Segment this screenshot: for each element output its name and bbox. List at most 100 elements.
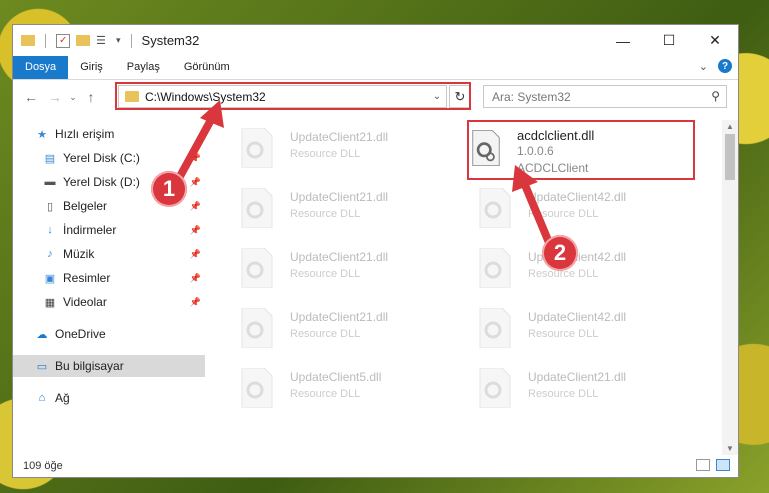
dll-file-icon [241, 308, 273, 348]
window-title: System32 [141, 33, 200, 48]
file-type: Resource DLL [528, 328, 599, 340]
navigation-pane: ★ Hızlı erişim ▤ Yerel Disk (C:) 📌 ▬ Yerel D… [13, 120, 205, 455]
sidebar-item-label: Videolar [63, 295, 107, 309]
tab-giris[interactable]: Giriş [68, 56, 115, 79]
dll-file-icon [479, 248, 511, 288]
dll-file-icon [479, 188, 511, 228]
forward-arrow-icon[interactable]: → [43, 89, 67, 105]
sidebar-item-disk-c[interactable]: ▤ Yerel Disk (C:) 📌 [13, 147, 205, 169]
tab-paylas[interactable]: Paylaş [115, 56, 172, 79]
pin-icon[interactable]: 📌 [190, 153, 201, 164]
sidebar-item-network[interactable]: ⌂ Ağ [13, 387, 205, 409]
file-name: UpdateClient5.dll [290, 370, 382, 384]
maximize-button[interactable]: ☐ [646, 25, 692, 56]
sidebar-item-label: Yerel Disk (C:) [63, 151, 140, 165]
expand-ribbon-icon[interactable]: ⌄ [699, 60, 708, 73]
file-item[interactable]: UpdateClient21.dll Resource DLL [466, 364, 696, 414]
details-view-icon[interactable] [696, 459, 710, 471]
dll-file-icon [479, 368, 511, 408]
file-item[interactable]: UpdateClient42.dll Resource DLL [466, 304, 696, 354]
ribbon-right: ⌄ ? [699, 59, 732, 73]
pin-icon[interactable]: 📌 [190, 201, 201, 212]
file-type: Resource DLL [290, 268, 361, 280]
pin-icon[interactable]: 📌 [190, 273, 201, 284]
drive-icon: ▤ [44, 152, 56, 165]
tiles-view-icon[interactable] [716, 459, 730, 471]
dll-file-icon [241, 248, 273, 288]
file-item[interactable]: UpdateClient21.dll Resource DLL [228, 244, 458, 294]
address-highlight-box [115, 82, 471, 110]
scrollbar-thumb[interactable] [725, 134, 735, 180]
file-item[interactable]: UpdateClient21.dll Resource DLL [228, 184, 458, 234]
new-folder-icon[interactable] [76, 35, 90, 46]
sidebar-item-onedrive[interactable]: ☁ OneDrive [13, 323, 205, 345]
recent-locations-icon[interactable]: ⌄ [67, 92, 79, 103]
minimize-button[interactable]: — [600, 25, 646, 56]
view-options-icon[interactable]: ☰ [96, 34, 110, 48]
scroll-down-icon[interactable]: ▼ [722, 444, 738, 453]
search-box[interactable]: Ara: System32 ⚲ [483, 85, 727, 108]
sidebar-item-music[interactable]: ♪ Müzik 📌 [13, 243, 205, 265]
sidebar-item-this-pc[interactable]: ▭ Bu bilgisayar [13, 355, 205, 377]
close-button[interactable]: ✕ [692, 25, 738, 56]
file-name: UpdateClient21.dll [290, 130, 389, 144]
star-icon: ★ [37, 128, 47, 141]
callout-badge-1: 1 [151, 171, 187, 207]
music-icon: ♪ [47, 248, 53, 260]
item-count: 109 öğe [23, 460, 63, 472]
sidebar-item-label: Ağ [55, 391, 70, 405]
tab-gorunum[interactable]: Görünüm [172, 56, 242, 79]
back-arrow-icon[interactable]: ← [19, 89, 43, 105]
file-type: Resource DLL [290, 148, 361, 160]
scroll-up-icon[interactable]: ▲ [722, 122, 738, 131]
file-type: Resource DLL [528, 388, 599, 400]
file-type: Resource DLL [290, 388, 361, 400]
pin-icon[interactable]: 📌 [190, 249, 201, 260]
downloads-icon: ↓ [47, 224, 53, 236]
file-item[interactable]: UpdateClient21.dll Resource DLL [228, 124, 458, 174]
pictures-icon: ▣ [44, 272, 56, 285]
file-item[interactable]: UpdateClient42.dll Resource DLL [466, 184, 696, 234]
customize-toolbar-icon[interactable]: ▾ [116, 35, 121, 46]
sidebar-item-label: İndirmeler [63, 223, 117, 237]
dll-file-icon [241, 128, 273, 168]
computer-icon: ▭ [36, 360, 48, 373]
quick-access-toolbar: ✓ ☰ ▾ [13, 33, 136, 48]
file-type: Resource DLL [290, 328, 361, 340]
vertical-scrollbar[interactable]: ▲ ▼ [722, 120, 738, 455]
sidebar-item-quick-access[interactable]: ★ Hızlı erişim [13, 123, 205, 145]
file-item[interactable]: UpdateClient5.dll Resource DLL [228, 364, 458, 414]
sidebar-item-label: Müzik [63, 247, 95, 261]
pin-icon[interactable]: 📌 [190, 177, 201, 188]
file-type: Resource DLL [290, 208, 361, 220]
cloud-icon: ☁ [36, 328, 48, 341]
dll-file-icon [241, 188, 273, 228]
file-name: UpdateClient42.dll [528, 310, 627, 324]
pin-icon[interactable]: 📌 [190, 297, 201, 308]
sidebar-item-downloads[interactable]: ↓ İndirmeler 📌 [13, 219, 205, 241]
status-bar: 109 öğe [13, 455, 738, 477]
videos-icon: ▦ [44, 296, 56, 309]
properties-icon[interactable]: ✓ [56, 33, 70, 48]
sidebar-item-label: Belgeler [63, 199, 108, 213]
file-item[interactable]: UpdateClient42.dll Resource DLL [466, 244, 696, 294]
file-type: Resource DLL [528, 208, 599, 220]
callout-badge-2: 2 [542, 235, 578, 271]
file-name: UpdateClient21.dll [290, 190, 389, 204]
search-icon[interactable]: ⚲ [711, 89, 720, 103]
drive-icon: ▬ [44, 176, 56, 188]
file-item[interactable]: UpdateClient21.dll Resource DLL [228, 304, 458, 354]
file-name: UpdateClient21.dll [528, 370, 627, 384]
up-arrow-icon[interactable]: ↑ [79, 89, 103, 105]
folder-icon[interactable] [21, 35, 35, 46]
tab-dosya[interactable]: Dosya [13, 56, 69, 79]
divider [45, 33, 46, 48]
ribbon-tabs: Dosya Giriş Paylaş Görünüm ⌄ ? [13, 56, 738, 80]
file-name: UpdateClient21.dll [290, 250, 389, 264]
sidebar-item-label: OneDrive [55, 327, 106, 341]
help-icon[interactable]: ? [718, 59, 732, 73]
dll-file-icon [479, 308, 511, 348]
sidebar-item-videos[interactable]: ▦ Videolar 📌 [13, 291, 205, 313]
sidebar-item-pictures[interactable]: ▣ Resimler 📌 [13, 267, 205, 289]
pin-icon[interactable]: 📌 [190, 225, 201, 236]
